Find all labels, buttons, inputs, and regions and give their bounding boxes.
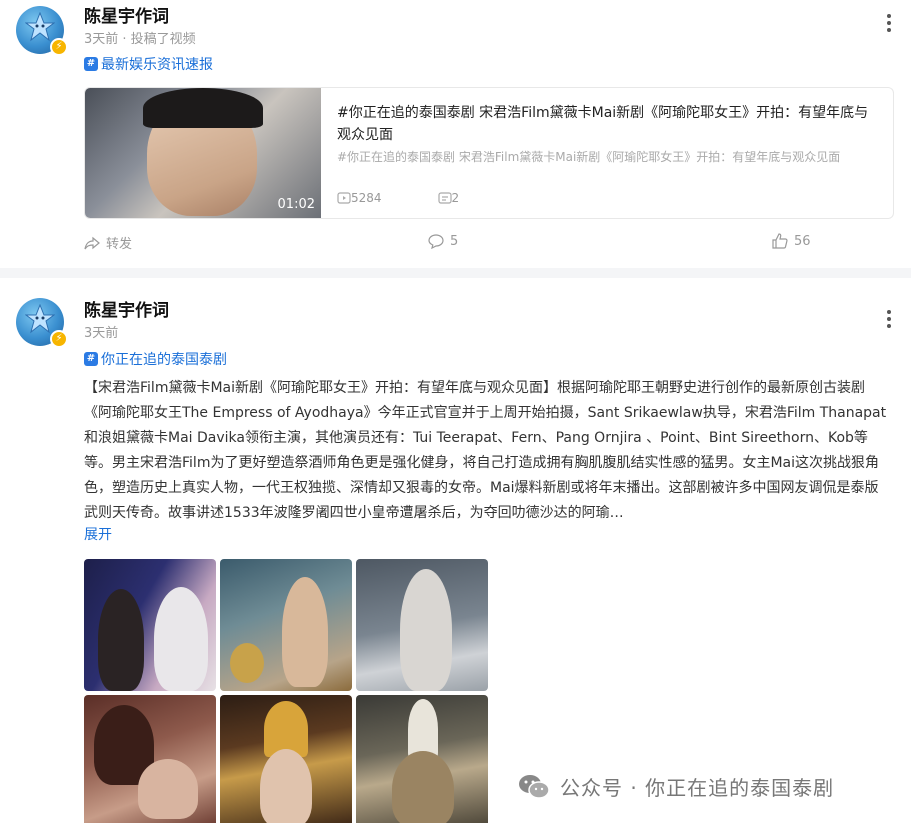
more-options-icon[interactable] — [881, 12, 897, 32]
post-separator — [0, 268, 911, 278]
video-title[interactable]: #你正在追的泰国泰剧 宋君浩Film黛薇卡Mai新剧《阿瑜陀耶女王》开拍：有望年… — [337, 102, 877, 146]
play-count-icon — [337, 192, 351, 204]
post-meta: 3天前 · 投稿了视频 — [84, 32, 196, 47]
watermark-text: 公众号 · 你正在追的泰国泰剧 — [560, 776, 835, 800]
video-stats: 5284 2 — [337, 191, 465, 205]
video-thumbnail[interactable]: 01:02 — [85, 88, 321, 218]
more-options-icon[interactable] — [881, 308, 897, 328]
verified-badge-icon: ⚡ — [50, 38, 68, 56]
video-subtitle: #你正在追的泰国泰剧 宋君浩Film黛薇卡Mai新剧《阿瑜陀耶女王》开拍：有望年… — [337, 150, 841, 164]
comment-icon — [428, 234, 444, 249]
video-duration: 01:02 — [277, 197, 315, 212]
photo-queen-with-baby[interactable] — [84, 695, 216, 823]
author-avatar[interactable]: ⚡ — [16, 298, 68, 348]
wechat-watermark: 公众号 · 你正在追的泰国泰剧 — [518, 772, 834, 801]
topic-label: 你正在追的泰国泰剧 — [101, 352, 227, 368]
post-meta: 3天前 — [84, 326, 119, 341]
comment-button[interactable]: 5 — [428, 233, 458, 249]
topic-tag[interactable]: # 你正在追的泰国泰剧 — [84, 349, 227, 369]
comment-count: 5 — [450, 233, 459, 249]
star-mascot-icon — [25, 304, 55, 334]
play-count: 5284 — [351, 191, 382, 205]
author-avatar[interactable]: ⚡ — [16, 6, 68, 56]
expand-link[interactable]: 展开 — [84, 524, 112, 544]
topic-label: 最新娱乐资讯速报 — [101, 57, 213, 73]
like-button[interactable]: 56 — [772, 233, 811, 249]
danmaku-icon — [437, 192, 452, 204]
thumbnail-hair — [143, 88, 263, 128]
wechat-icon — [519, 774, 550, 799]
photo-actor-costume[interactable] — [356, 559, 488, 691]
share-icon — [84, 236, 100, 249]
photo-warrior-headdress[interactable] — [356, 695, 488, 823]
star-mascot-icon — [25, 12, 55, 42]
feed-post-video: ⚡ 陈星宇作词 3天前 · 投稿了视频 # 最新娱乐资讯速报 01:02 #你正… — [0, 0, 911, 268]
post-actions: 转发 5 56 — [84, 233, 894, 253]
thumbs-up-icon — [772, 233, 788, 249]
hashtag-icon: # — [84, 352, 98, 366]
danmaku-count: 2 — [451, 191, 460, 205]
like-count: 56 — [794, 233, 811, 249]
author-name[interactable]: 陈星宇作词 — [84, 2, 169, 27]
topic-tag[interactable]: # 最新娱乐资讯速报 — [84, 54, 213, 74]
photo-red-carpet[interactable] — [84, 559, 216, 691]
share-label: 转发 — [106, 237, 133, 252]
author-name[interactable]: 陈星宇作词 — [84, 296, 169, 321]
photo-crowned-queen[interactable] — [220, 695, 352, 823]
post-body-text: 【宋君浩Film黛薇卡Mai新剧《阿瑜陀耶女王》开拍：有望年底与观众见面】根据阿… — [84, 380, 887, 521]
verified-badge-icon: ⚡ — [50, 330, 68, 348]
photo-ritual-scene[interactable] — [220, 559, 352, 691]
hashtag-icon: # — [84, 57, 98, 71]
share-button[interactable]: 转发 — [84, 233, 132, 252]
video-card[interactable]: 01:02 #你正在追的泰国泰剧 宋君浩Film黛薇卡Mai新剧《阿瑜陀耶女王》… — [84, 87, 894, 219]
